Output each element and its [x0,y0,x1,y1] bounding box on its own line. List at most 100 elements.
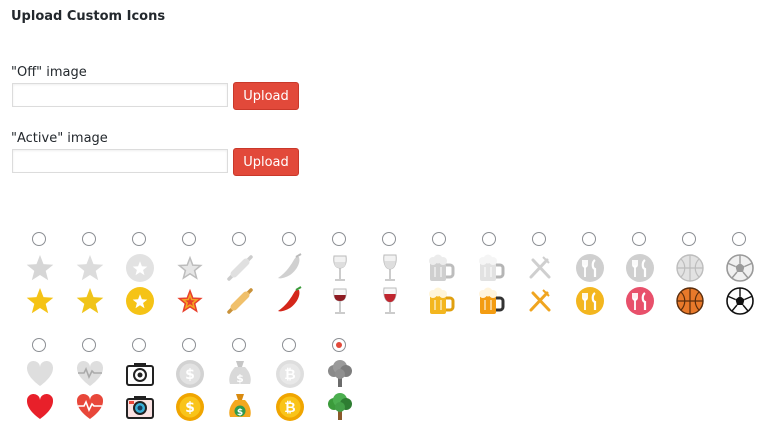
icon-option-radio[interactable] [732,232,746,246]
icon-option-dollar-coin[interactable]: $ $ [170,338,210,428]
icon-option-radio[interactable] [32,338,46,352]
restaurant-red-off-icon [624,252,656,284]
money-bag-active-icon: $ [224,391,256,423]
icon-option-restaurant-red[interactable] [620,232,660,322]
icon-option-heart[interactable] [20,338,60,428]
icon-option-radio[interactable] [232,232,246,246]
icon-option-radio[interactable] [632,232,646,246]
icon-option-radio[interactable] [82,232,96,246]
heart-off-icon [24,358,56,390]
icon-option-wine-glass[interactable] [320,232,360,322]
icon-option-radio[interactable] [282,232,296,246]
icon-option-camera[interactable] [120,338,160,428]
off-image-field[interactable] [12,83,228,107]
icon-option-radio[interactable] [82,338,96,352]
icon-option-radio[interactable] [532,232,546,246]
active-image-field[interactable] [12,149,228,173]
basketball-off-icon [674,252,706,284]
icon-option-beer-mug[interactable] [420,232,460,322]
star-off-icon [24,252,56,284]
tree-off-icon [324,358,356,390]
icon-option-radio[interactable] [332,232,346,246]
dollar-coin-off-icon: $ [174,358,206,390]
beer-mug-active-icon [424,285,456,317]
svg-text:$: $ [185,400,195,416]
icon-option-radio[interactable] [482,232,496,246]
icon-option-radio[interactable] [132,338,146,352]
icon-option-radio[interactable] [582,232,596,246]
star-circle-active-icon [124,285,156,317]
icon-option-star[interactable] [20,232,60,322]
bitcoin-active-icon: ₿ [274,391,306,423]
restaurant-gold-active-icon [574,285,606,317]
icon-option-soccer-ball[interactable] [720,232,760,322]
heart-pulse-off-icon [74,358,106,390]
fork-knife-crossed-off-icon [524,252,556,284]
icon-option-heart-pulse[interactable] [70,338,110,428]
star-flat-active-icon [74,285,106,317]
restaurant-red-active-icon [624,285,656,317]
heart-pulse-active-icon [74,391,106,423]
bitcoin-off-icon: ₿ [274,358,306,390]
wine-glass-tall-active-icon [374,285,406,317]
active-image-upload-button[interactable]: Upload [233,148,299,176]
tree-active-icon [324,391,356,423]
icon-option-basketball[interactable] [670,232,710,322]
icon-option-bitcoin[interactable]: ₿ ₿ [270,338,310,428]
icon-option-radio[interactable] [682,232,696,246]
star-small-active-icon [174,285,206,317]
icon-option-star-small[interactable] [170,232,210,322]
svg-text:₿: ₿ [284,400,295,416]
icon-option-rolling-pin[interactable] [220,232,260,322]
soccer-ball-off-icon [724,252,756,284]
svg-text:$: $ [185,367,195,383]
icon-option-wine-glass-tall[interactable] [370,232,410,322]
icon-option-radio[interactable] [382,232,396,246]
icon-option-fork-knife-crossed[interactable] [520,232,560,322]
beer-mug-off-icon [424,252,456,284]
icon-option-chili-pepper[interactable] [270,232,310,322]
soccer-ball-active-icon [724,285,756,317]
icon-option-radio[interactable] [182,338,196,352]
off-image-label: "Off" image [11,65,87,80]
icon-option-restaurant-gold[interactable] [570,232,610,322]
basketball-active-icon [674,285,706,317]
star-small-off-icon [174,252,206,284]
icon-option-star-circle[interactable] [120,232,160,322]
icon-option-radio[interactable] [332,338,346,352]
dollar-coin-active-icon: $ [174,391,206,423]
heart-active-icon [24,391,56,423]
camera-active-icon [124,391,156,423]
section-title: Upload Custom Icons [11,9,166,24]
svg-text:₿: ₿ [284,367,295,383]
chili-pepper-active-icon [274,285,306,317]
beer-mug-outline-off-icon [474,252,506,284]
beer-mug-outline-active-icon [474,285,506,317]
camera-off-icon [124,358,156,390]
icon-option-beer-mug-outline[interactable] [470,232,510,322]
star-active-icon [24,285,56,317]
icon-option-tree[interactable] [320,338,360,428]
icon-option-radio[interactable] [282,338,296,352]
chili-pepper-off-icon [274,252,306,284]
icon-option-star-flat[interactable] [70,232,110,322]
icon-option-radio[interactable] [232,338,246,352]
icon-option-radio[interactable] [182,232,196,246]
wine-glass-off-icon [324,252,356,284]
icon-option-money-bag[interactable]: $ $ [220,338,260,428]
icon-option-radio[interactable] [32,232,46,246]
svg-text:$: $ [236,372,244,385]
icon-option-radio[interactable] [432,232,446,246]
rolling-pin-active-icon [224,285,256,317]
wine-glass-active-icon [324,285,356,317]
star-flat-off-icon [74,252,106,284]
star-circle-off-icon [124,252,156,284]
restaurant-gold-off-icon [574,252,606,284]
off-image-upload-button[interactable]: Upload [233,82,299,110]
rolling-pin-off-icon [224,252,256,284]
active-image-label: "Active" image [11,131,108,146]
wine-glass-tall-off-icon [374,252,406,284]
money-bag-off-icon: $ [224,358,256,390]
fork-knife-crossed-active-icon [524,285,556,317]
icon-option-radio[interactable] [132,232,146,246]
